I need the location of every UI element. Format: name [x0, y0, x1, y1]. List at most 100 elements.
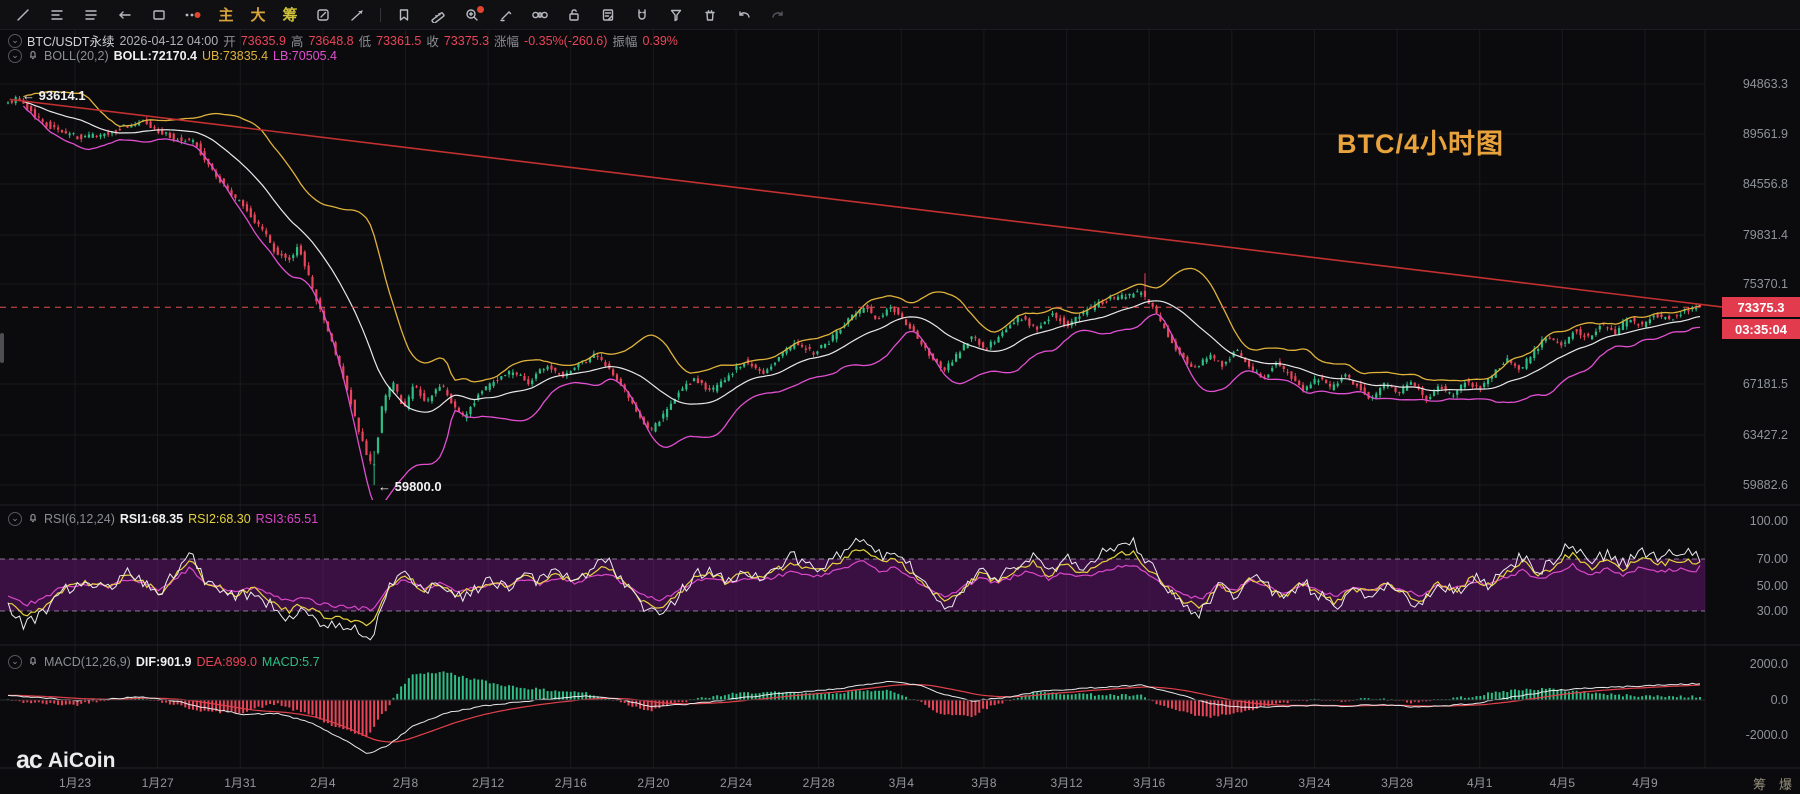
date-axis-label: 3月12 [1035, 774, 1099, 791]
chevron-down-icon[interactable]: ⌄ [8, 49, 22, 63]
bookmark-icon[interactable] [387, 2, 421, 28]
doc-edit-icon[interactable] [591, 2, 625, 28]
date-axis-label: 2月24 [704, 774, 768, 791]
change-label: 涨幅 [494, 31, 519, 50]
rsi-info-bar: ⌄ RSI(6,12,24) RSI1:68.35 RSI2:68.30 RSI… [8, 511, 318, 526]
high-price-marker: ← 93614.1 [22, 88, 86, 103]
price-axis-label: 79831.4 [1743, 228, 1788, 242]
rsi-name[interactable]: RSI(6,12,24) [44, 512, 115, 526]
date-axis-label: 2月12 [456, 774, 520, 791]
rsi-axis-label: 50.00 [1757, 579, 1788, 593]
chevron-down-icon[interactable]: ⌄ [8, 512, 22, 526]
price-axis-label: 67181.5 [1743, 377, 1788, 391]
chevron-down-icon[interactable]: ⌄ [8, 655, 22, 669]
macd-axis-label: 2000.0 [1750, 657, 1788, 671]
lock-open-icon[interactable] [557, 2, 591, 28]
zoom-alert-icon[interactable] [455, 2, 489, 28]
rsi1-value: RSI1:68.35 [120, 512, 183, 526]
date-axis-label: 2月8 [374, 774, 438, 791]
price-axis-label: 84556.8 [1743, 177, 1788, 191]
trash-icon[interactable] [693, 2, 727, 28]
close-value: 73375.3 [444, 34, 489, 48]
date-axis-label: 2月4 [291, 774, 355, 791]
rsi3-value: RSI3:65.51 [256, 512, 319, 526]
low-label: 低 [359, 31, 372, 50]
line-draw-icon[interactable] [6, 2, 40, 28]
chart-title: BTC/4小时图 [1337, 122, 1504, 161]
macd-axis-label: -2000.0 [1746, 728, 1788, 742]
amplitude-label: 振幅 [612, 31, 637, 50]
undo-icon[interactable] [727, 2, 761, 28]
bar-datetime: 2026-04-12 04:00 [120, 34, 219, 48]
close-label: 收 [426, 31, 439, 50]
macd-info-bar: ⌄ MACD(12,26,9) DIF:901.9 DEA:899.0 MACD… [8, 654, 320, 669]
left-scrollbar[interactable] [0, 333, 4, 363]
binoculars-icon[interactable] [523, 2, 557, 28]
arrow-left-icon[interactable] [108, 2, 142, 28]
amplitude-value: 0.39% [642, 34, 677, 48]
date-axis-label: 3月20 [1200, 774, 1264, 791]
date-axis-label: 3月24 [1282, 774, 1346, 791]
trading-app-window: { "toolbar": { "icons": ["line-draw-icon… [0, 0, 1800, 794]
price-axis-label: 63427.2 [1743, 428, 1788, 442]
date-axis-label: 3月4 [869, 774, 933, 791]
large-view-button[interactable]: 大 [242, 2, 274, 28]
price-axis-label: 94863.3 [1743, 77, 1788, 91]
chips-toggle[interactable]: 筹 [1753, 774, 1766, 793]
date-axis-label: 3月8 [952, 774, 1016, 791]
open-value: 73635.9 [241, 34, 286, 48]
low-value: 73361.5 [376, 34, 421, 48]
chevron-down-icon[interactable]: ⌄ [8, 34, 22, 48]
date-axis-label: 1月31 [208, 774, 272, 791]
date-axis-label: 1月23 [43, 774, 107, 791]
date-axis-label: 2月20 [621, 774, 685, 791]
liquidation-toggle[interactable]: 爆 [1779, 774, 1792, 793]
dea-value: DEA:899.0 [196, 655, 256, 669]
alert-dot [477, 6, 484, 13]
rsi-axis-label: 70.00 [1757, 552, 1788, 566]
chips-button[interactable]: 筹 [274, 2, 306, 28]
date-axis-label: 4月1 [1448, 774, 1512, 791]
macd-name[interactable]: MACD(12,26,9) [44, 655, 131, 669]
boll-mid-value: BOLL:72170.4 [114, 49, 197, 63]
list-icon[interactable] [40, 2, 74, 28]
price-axis-label: 89561.9 [1743, 127, 1788, 141]
drawing-toolbar: 主 大 筹 [0, 0, 1800, 30]
last-price-badge[interactable]: 73375.3 [1722, 297, 1800, 317]
boll-lb-value: LB:70505.4 [273, 49, 337, 63]
macd-axis-label: 0.0 [1771, 693, 1788, 707]
boll-info-bar: ⌄ BOLL(20,2) BOLL:72170.4 UB:73835.4 LB:… [8, 48, 337, 63]
list-alt-icon[interactable] [74, 2, 108, 28]
high-value: 73648.8 [308, 34, 353, 48]
date-axis-label: 4月9 [1613, 774, 1677, 791]
redo-icon[interactable] [761, 2, 795, 28]
flag-line-icon[interactable] [340, 2, 374, 28]
chart-canvas[interactable] [0, 0, 1800, 794]
marker-pen-icon[interactable] [489, 2, 523, 28]
rectangle-icon[interactable] [142, 2, 176, 28]
rsi-axis-label: 30.00 [1757, 604, 1788, 618]
ruler-icon[interactable] [421, 2, 455, 28]
logo-word: AiCoin [48, 749, 116, 773]
macd-value: MACD:5.7 [262, 655, 320, 669]
more-dots-icon[interactable] [176, 2, 210, 28]
date-axis-label: 2月16 [539, 774, 603, 791]
alarm-bell-icon[interactable] [27, 511, 39, 526]
alarm-bell-icon[interactable] [27, 654, 39, 669]
edit-box-icon[interactable] [306, 2, 340, 28]
change-value: -0.35%(-260.6) [524, 34, 607, 48]
funnel-icon[interactable] [659, 2, 693, 28]
magnet-icon[interactable] [625, 2, 659, 28]
rsi2-value: RSI2:68.30 [188, 512, 251, 526]
boll-name[interactable]: BOLL(20,2) [44, 49, 109, 63]
aicoin-logo: ac AiCoin [16, 746, 115, 775]
low-price-marker: ← 59800.0 [378, 479, 442, 494]
main-chart-button[interactable]: 主 [210, 2, 242, 28]
alarm-bell-icon[interactable] [27, 48, 39, 63]
date-axis-label: 4月5 [1530, 774, 1594, 791]
boll-ub-value: UB:73835.4 [202, 49, 268, 63]
price-axis-label: 75370.1 [1743, 277, 1788, 291]
date-axis-label: 3月16 [1117, 774, 1181, 791]
date-axis-label: 3月28 [1365, 774, 1429, 791]
toolbar-divider [380, 8, 381, 22]
